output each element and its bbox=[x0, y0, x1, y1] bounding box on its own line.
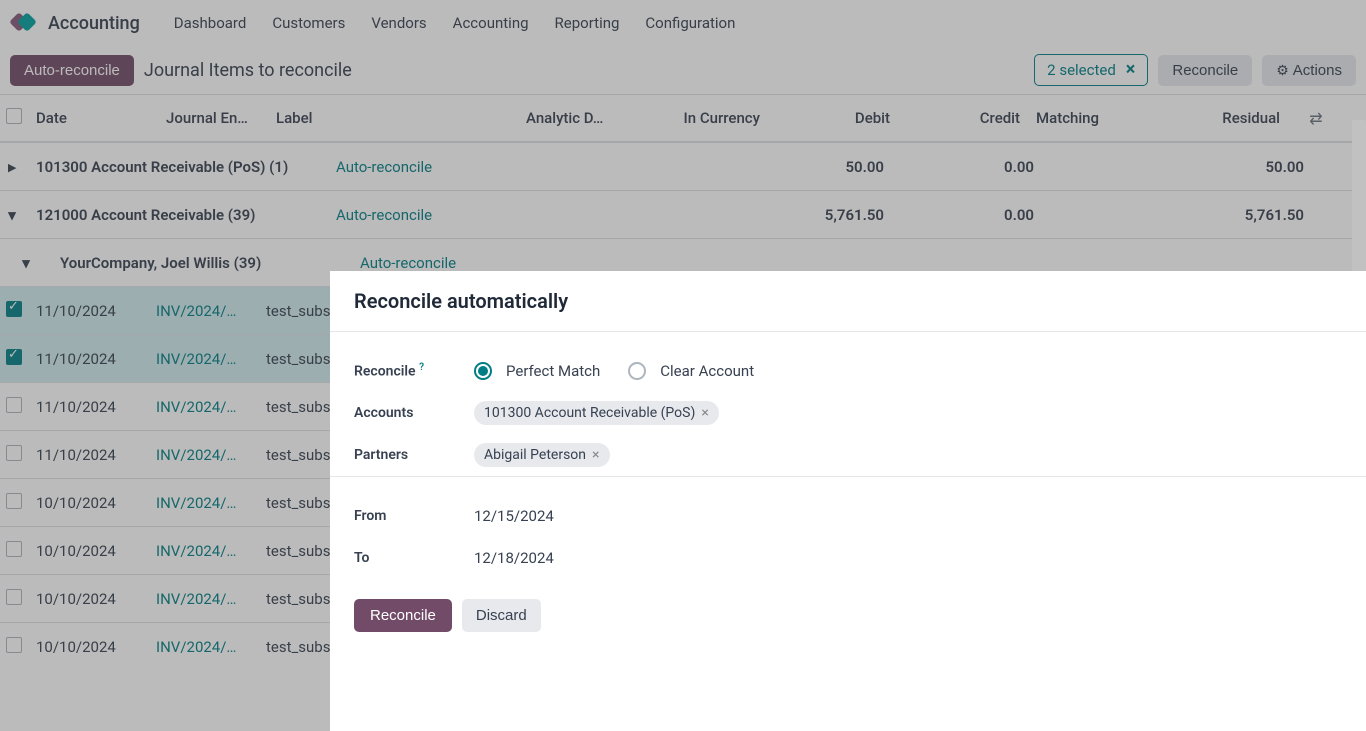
partners-field-label: Partners bbox=[354, 447, 464, 463]
modal-discard-button[interactable]: Discard bbox=[462, 599, 541, 632]
to-date-input[interactable]: 12/18/2024 bbox=[474, 549, 554, 567]
modal-reconcile-button[interactable]: Reconcile bbox=[354, 599, 452, 632]
modal-title: Reconcile automatically bbox=[354, 289, 1342, 313]
account-tag[interactable]: 101300 Account Receivable (PoS) × bbox=[474, 401, 719, 425]
perfect-match-radio[interactable] bbox=[474, 362, 492, 380]
reconcile-modal: Reconcile automatically Reconcile ? Perf… bbox=[330, 271, 1366, 731]
accounts-field-label: Accounts bbox=[354, 405, 464, 421]
modal-footer: Reconcile Discard bbox=[330, 579, 1366, 652]
remove-tag-icon[interactable]: × bbox=[701, 405, 708, 421]
partner-tag[interactable]: Abigail Peterson × bbox=[474, 443, 610, 467]
scrollbar-thumb[interactable] bbox=[1352, 120, 1366, 280]
perfect-match-label[interactable]: Perfect Match bbox=[506, 362, 600, 380]
clear-account-label[interactable]: Clear Account bbox=[660, 362, 754, 380]
to-field-label: To bbox=[354, 550, 464, 566]
app-root: Accounting Dashboard Customers Vendors A… bbox=[0, 0, 1366, 731]
reconcile-field-label: Reconcile ? bbox=[354, 362, 464, 380]
account-tag-text: 101300 Account Receivable (PoS) bbox=[484, 405, 695, 421]
partner-tag-text: Abigail Peterson bbox=[484, 447, 586, 463]
from-date-input[interactable]: 12/15/2024 bbox=[474, 507, 554, 525]
clear-account-radio[interactable] bbox=[628, 362, 646, 380]
help-icon[interactable]: ? bbox=[419, 362, 424, 373]
from-field-label: From bbox=[354, 508, 464, 524]
remove-tag-icon[interactable]: × bbox=[592, 447, 599, 463]
